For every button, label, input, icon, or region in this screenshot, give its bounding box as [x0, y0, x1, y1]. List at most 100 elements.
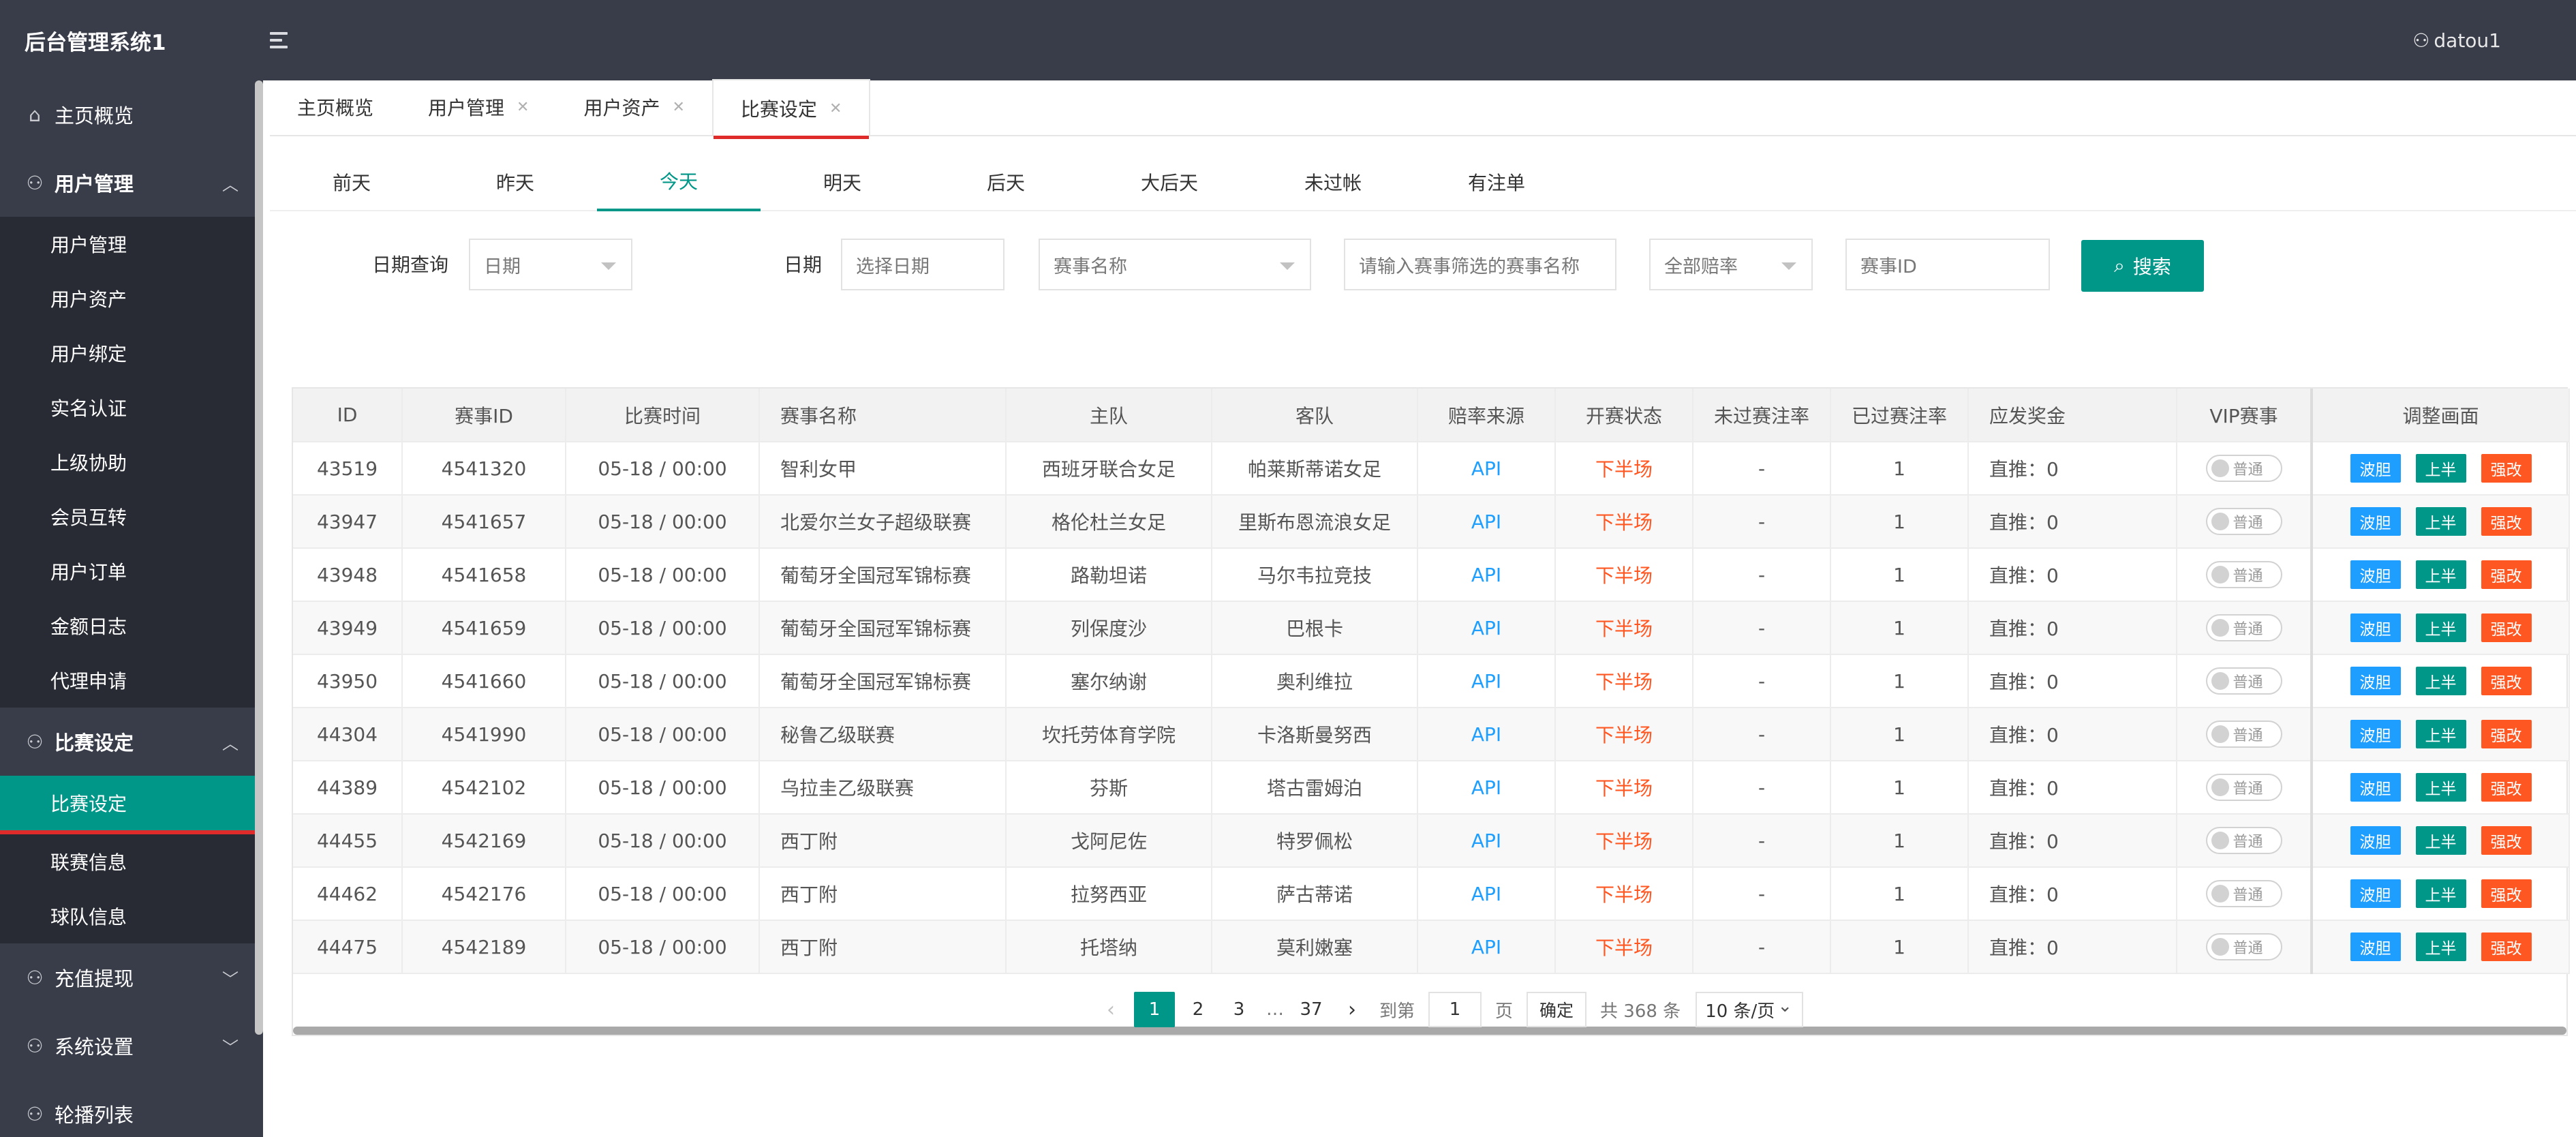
first-half-button[interactable]: 上半 [2415, 933, 2466, 961]
force-edit-button[interactable]: 强改 [2481, 454, 2532, 483]
sidebar-item-user-binding[interactable]: 用户绑定 [0, 326, 263, 380]
sidebar-item-superior-assist[interactable]: 上级协助 [0, 435, 263, 489]
vip-toggle[interactable]: 普通 [2205, 561, 2282, 588]
next-page-icon[interactable]: › [1334, 992, 1370, 1027]
correct-score-button[interactable]: 波胆 [2350, 933, 2401, 961]
force-edit-button[interactable]: 强改 [2481, 773, 2532, 802]
sidebar-item-agent-apply[interactable]: 代理申请 [0, 653, 263, 708]
force-edit-button[interactable]: 强改 [2481, 826, 2532, 855]
vip-toggle[interactable]: 普通 [2205, 774, 2282, 801]
close-icon[interactable]: ✕ [517, 99, 529, 116]
tab-home[interactable]: 主页概览 [270, 79, 401, 135]
force-edit-button[interactable]: 强改 [2481, 720, 2532, 748]
vip-toggle[interactable]: 普通 [2205, 933, 2282, 960]
menu-toggle-icon[interactable] [270, 27, 297, 54]
page-size-select[interactable]: 10 条/页 [1696, 992, 1804, 1027]
correct-score-button[interactable]: 波胆 [2350, 507, 2401, 536]
sidebar-item-real-name[interactable]: 实名认证 [0, 380, 263, 435]
vip-toggle[interactable]: 普通 [2205, 508, 2282, 535]
first-half-button[interactable]: 上半 [2415, 773, 2466, 802]
day-tab-tomorrow[interactable]: 明天 [761, 153, 924, 211]
correct-score-button[interactable]: 波胆 [2350, 720, 2401, 748]
day-tab-today[interactable]: 今天 [597, 153, 761, 211]
sidebar-scrollbar[interactable] [255, 80, 263, 1035]
page-number-last[interactable]: 37 [1293, 992, 1329, 1027]
first-half-button[interactable]: 上半 [2415, 667, 2466, 695]
first-half-button[interactable]: 上半 [2415, 826, 2466, 855]
sidebar-item-member-transfer[interactable]: 会员互转 [0, 489, 263, 544]
close-icon[interactable]: ✕ [672, 99, 684, 116]
sidebar-item-match-settings[interactable]: 比赛设定 [0, 776, 263, 834]
close-icon[interactable]: ✕ [829, 100, 842, 117]
sidebar-item-team-info[interactable]: 球队信息 [0, 889, 263, 943]
sidebar-item-user-manage[interactable]: 用户管理 [0, 217, 263, 271]
day-tab-yesterday[interactable]: 昨天 [433, 153, 597, 211]
odds-select[interactable]: 全部赔率 [1649, 239, 1813, 290]
first-half-button[interactable]: 上半 [2415, 507, 2466, 536]
cell-status: 下半场 [1555, 761, 1693, 815]
day-tab-three-days[interactable]: 大后天 [1088, 153, 1251, 211]
cell-source: API [1417, 654, 1556, 708]
sidebar-group-recharge[interactable]: ⚇ 充值提现 ﹀ [0, 943, 263, 1012]
correct-score-button[interactable]: 波胆 [2350, 667, 2401, 695]
first-half-button[interactable]: 上半 [2415, 720, 2466, 748]
correct-score-button[interactable]: 波胆 [2350, 560, 2401, 589]
first-half-button[interactable]: 上半 [2415, 879, 2466, 908]
correct-score-button[interactable]: 波胆 [2350, 454, 2401, 483]
sidebar-item-league-info[interactable]: 联赛信息 [0, 834, 263, 889]
cell-home: 拉努西亚 [1006, 867, 1212, 921]
vip-toggle[interactable]: 普通 [2205, 614, 2282, 641]
correct-score-button[interactable]: 波胆 [2350, 773, 2401, 802]
day-tab-has-bets[interactable]: 有注单 [1415, 153, 1578, 211]
tab-user-assets[interactable]: 用户资产 ✕ [556, 79, 711, 135]
sidebar-group-match[interactable]: ⚇ 比赛设定 ︿ [0, 708, 263, 776]
sidebar-item-home[interactable]: ⌂ 主页概览 [0, 80, 263, 149]
first-half-button[interactable]: 上半 [2415, 454, 2466, 483]
page-number[interactable]: 3 [1221, 992, 1257, 1027]
cell-bonus: 直推：0 [1968, 708, 2177, 761]
league-name-input[interactable]: 请输入赛事筛选的赛事名称 [1344, 239, 1616, 290]
goto-page-input[interactable]: 1 [1428, 992, 1482, 1027]
correct-score-button[interactable]: 波胆 [2350, 613, 2401, 642]
day-tab-day-after[interactable]: 后天 [924, 153, 1088, 211]
force-edit-button[interactable]: 强改 [2481, 667, 2532, 695]
force-edit-button[interactable]: 强改 [2481, 613, 2532, 642]
date-type-select[interactable]: 日期 [469, 239, 632, 290]
user-menu[interactable]: ⚇ datou1 [2412, 29, 2501, 52]
vip-toggle[interactable]: 普通 [2205, 455, 2282, 482]
search-button[interactable]: ⌕ 搜索 [2081, 240, 2204, 292]
cell-actions: 波胆 上半 强改 [2310, 601, 2570, 655]
force-edit-button[interactable]: 强改 [2481, 560, 2532, 589]
cell-status: 下半场 [1555, 654, 1693, 708]
vip-toggle[interactable]: 普通 [2205, 880, 2282, 907]
page-number[interactable]: 2 [1180, 992, 1216, 1027]
tab-match-settings[interactable]: 比赛设定 ✕ [711, 79, 871, 139]
cell-id: 44304 [293, 708, 403, 761]
day-tab-before-yesterday[interactable]: 前天 [270, 153, 433, 211]
sidebar-item-user-assets[interactable]: 用户资产 [0, 271, 263, 326]
first-half-button[interactable]: 上半 [2415, 613, 2466, 642]
goto-confirm-button[interactable]: 确定 [1527, 992, 1587, 1027]
date-picker-input[interactable]: 选择日期 [841, 239, 1005, 290]
sidebar-group-carousel[interactable]: ⚇ 轮播列表 [0, 1080, 263, 1137]
force-edit-button[interactable]: 强改 [2481, 507, 2532, 536]
day-tab-unposted[interactable]: 未过帐 [1251, 153, 1415, 211]
cell-league: 葡萄牙全国冠军锦标赛 [759, 601, 1007, 655]
tab-user-manage[interactable]: 用户管理 ✕ [401, 79, 556, 135]
first-half-button[interactable]: 上半 [2415, 560, 2466, 589]
force-edit-button[interactable]: 强改 [2481, 879, 2532, 908]
sidebar-item-amount-log[interactable]: 金额日志 [0, 598, 263, 653]
correct-score-button[interactable]: 波胆 [2350, 826, 2401, 855]
vip-toggle[interactable]: 普通 [2205, 827, 2282, 854]
league-select[interactable]: 赛事名称 [1039, 239, 1311, 290]
sidebar-group-users[interactable]: ⚇ 用户管理 ︿ [0, 149, 263, 217]
sidebar-group-system[interactable]: ⚇ 系统设置 ﹀ [0, 1012, 263, 1080]
correct-score-button[interactable]: 波胆 [2350, 879, 2401, 908]
vip-toggle[interactable]: 普通 [2205, 667, 2282, 695]
match-id-input[interactable]: 赛事ID [1845, 239, 2050, 290]
vip-toggle[interactable]: 普通 [2205, 721, 2282, 748]
force-edit-button[interactable]: 强改 [2481, 933, 2532, 961]
sidebar-item-user-orders[interactable]: 用户订单 [0, 544, 263, 598]
prev-page-icon[interactable]: ‹ [1093, 992, 1129, 1027]
page-number[interactable]: 1 [1134, 992, 1175, 1027]
